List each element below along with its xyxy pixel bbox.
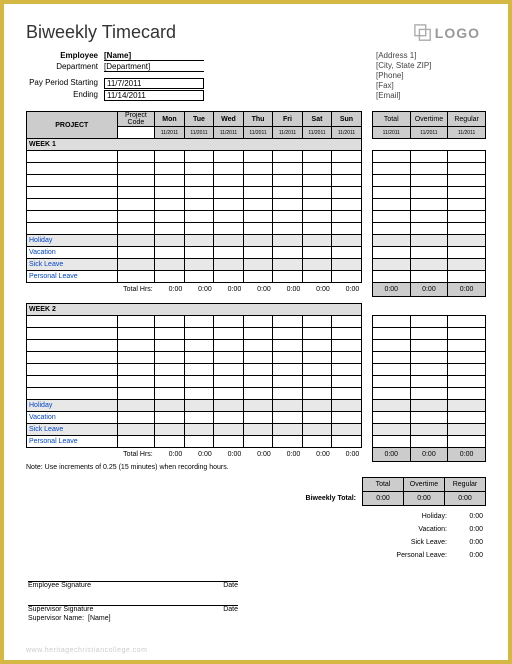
special-row[interactable]: Holiday	[27, 235, 486, 247]
col-sun: Sun	[332, 112, 362, 127]
fax: [Fax]	[376, 81, 486, 90]
sum-reg: Regular	[445, 478, 486, 492]
employee-value[interactable]: [Name]	[104, 51, 204, 61]
table-row[interactable]	[27, 199, 486, 211]
ending-value[interactable]: 11/14/2011	[104, 90, 204, 101]
signature-block: Employee SignatureDate Supervisor Signat…	[28, 581, 238, 632]
header-right: [Address 1] [City, State ZIP] [Phone] [F…	[376, 51, 486, 101]
col-overtime: Overtime	[410, 112, 448, 127]
addr2: [City, State ZIP]	[376, 61, 486, 70]
table-row[interactable]	[27, 187, 486, 199]
special-row[interactable]: Holiday	[27, 400, 486, 412]
emp-sig-label: Employee Signature	[28, 582, 223, 589]
employee-label: Employee	[26, 51, 104, 61]
email: [Email]	[376, 91, 486, 100]
col-mon: Mon	[155, 112, 185, 127]
table-row[interactable]	[27, 316, 486, 328]
special-row[interactable]: Sick Leave	[27, 424, 486, 436]
col-fri: Fri	[273, 112, 303, 127]
biweekly-summary: TotalOvertimeRegular Biweekly Total: 0:0…	[303, 477, 486, 506]
sum-total: Total	[363, 478, 404, 492]
table-row[interactable]	[27, 211, 486, 223]
special-row[interactable]: Vacation	[27, 247, 486, 259]
table-row[interactable]	[27, 340, 486, 352]
note: Note: Use increments of 0.25 (15 minutes…	[26, 464, 486, 471]
week-header: WEEK 2	[27, 304, 486, 316]
timecard-table: PROJECT Project Code Mon Tue Wed Thu Fri…	[26, 111, 486, 462]
table-row[interactable]	[27, 151, 486, 163]
col-total: Total	[372, 112, 410, 127]
table-row[interactable]	[27, 328, 486, 340]
table-row[interactable]	[27, 388, 486, 400]
table-row[interactable]	[27, 223, 486, 235]
col-sat: Sat	[302, 112, 332, 127]
table-row[interactable]	[27, 364, 486, 376]
watermark: www.heritagechristiancollege.com	[26, 647, 147, 654]
logo-text: LOGO	[435, 25, 480, 41]
col-thu: Thu	[243, 112, 273, 127]
totals-row: Total Hrs:0:000:000:000:000:000:000:000:…	[27, 448, 486, 462]
header-left: Employee [Name] Department [Department] …	[26, 51, 204, 101]
special-row[interactable]: Vacation	[27, 412, 486, 424]
paystart-value[interactable]: 11/7/2011	[104, 78, 204, 89]
department-label: Department	[26, 62, 104, 72]
col-wed: Wed	[214, 112, 244, 127]
department-value[interactable]: [Department]	[104, 62, 204, 72]
totals-row: Total Hrs:0:000:000:000:000:000:000:000:…	[27, 283, 486, 297]
leave-summary: Holiday:0:00 Vacation:0:00 Sick Leave:0:…	[393, 510, 486, 562]
week-header: WEEK 1	[27, 139, 486, 151]
table-row[interactable]	[27, 175, 486, 187]
table-row[interactable]	[27, 163, 486, 175]
sup-sig-label: Supervisor Signature	[28, 606, 223, 613]
special-row[interactable]: Sick Leave	[27, 259, 486, 271]
col-code: Project Code	[117, 112, 155, 127]
table-row[interactable]	[27, 376, 486, 388]
addr1: [Address 1]	[376, 51, 486, 60]
col-regular: Regular	[448, 112, 486, 127]
biweekly-label: Biweekly Total:	[303, 492, 363, 506]
col-tue: Tue	[184, 112, 214, 127]
ending-label: Ending	[26, 90, 104, 101]
special-row[interactable]: Personal Leave	[27, 436, 486, 448]
logo-icon	[414, 24, 432, 42]
phone: [Phone]	[376, 71, 486, 80]
paystart-label: Pay Period Starting	[26, 78, 104, 89]
table-row[interactable]	[27, 352, 486, 364]
logo: LOGO	[414, 24, 480, 42]
special-row[interactable]: Personal Leave	[27, 271, 486, 283]
col-project: PROJECT	[27, 112, 118, 139]
sum-ot: Overtime	[404, 478, 445, 492]
